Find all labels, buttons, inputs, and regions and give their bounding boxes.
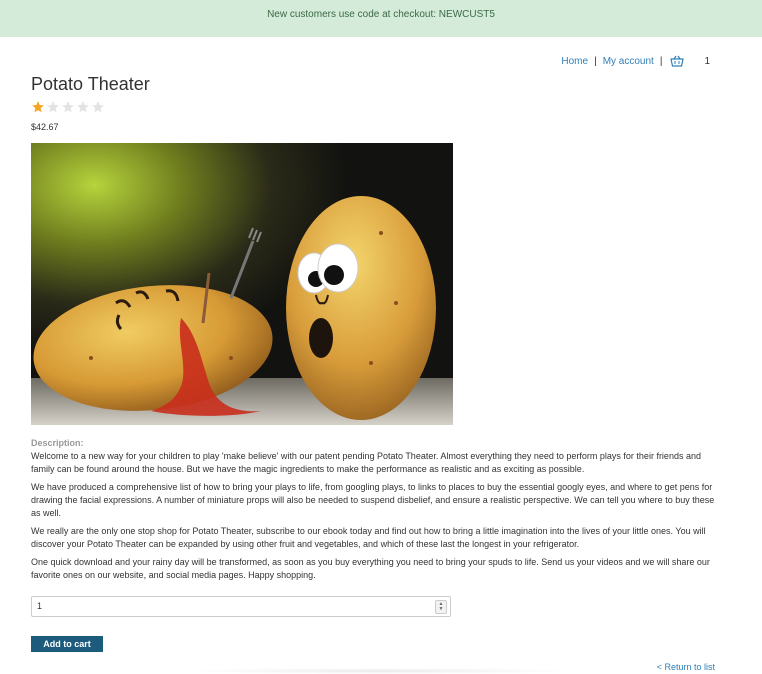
- divider: [180, 668, 580, 674]
- cart-count: 1: [704, 55, 710, 67]
- star-empty-icon: [62, 101, 74, 113]
- description-paragraph: We have produced a comprehensive list of…: [31, 482, 715, 518]
- description-label: Description:: [31, 438, 84, 448]
- star-empty-icon: [77, 101, 89, 113]
- star-empty-icon: [47, 101, 59, 113]
- home-link[interactable]: Home: [561, 56, 588, 67]
- description-section: Description: Welcome to a new way for yo…: [31, 437, 715, 587]
- quantity-stepper[interactable]: ▲ ▼: [435, 600, 447, 614]
- my-account-link[interactable]: My account: [603, 56, 654, 67]
- chevron-down-icon[interactable]: ▼: [439, 607, 444, 612]
- product-image: [31, 143, 453, 425]
- quantity-input[interactable]: 1 ▲ ▼: [31, 596, 451, 617]
- description-paragraph: We really are the only one stop shop for…: [31, 526, 706, 549]
- top-nav: Home | My account | 1: [561, 55, 710, 67]
- product-title: Potato Theater: [31, 74, 150, 94]
- return-to-list-link[interactable]: < Return to list: [657, 662, 715, 672]
- promo-banner: New customers use code at checkout: NEWC…: [0, 0, 762, 37]
- star-empty-icon: [92, 101, 104, 113]
- description-paragraph: One quick download and your rainy day wi…: [31, 557, 710, 580]
- description-paragraph: Welcome to a new way for your children t…: [31, 451, 701, 474]
- potato-photo: [31, 143, 453, 425]
- star-rating: [31, 100, 105, 114]
- quantity-value: 1: [37, 601, 43, 611]
- promo-text: New customers use code at checkout: NEWC…: [267, 9, 495, 20]
- nav-separator: |: [659, 55, 663, 67]
- basket-icon[interactable]: [670, 55, 685, 67]
- product-price: $42.67: [31, 122, 59, 132]
- add-to-cart-button[interactable]: Add to cart: [31, 636, 103, 652]
- star-filled-icon: [32, 101, 44, 113]
- nav-separator: |: [594, 55, 597, 67]
